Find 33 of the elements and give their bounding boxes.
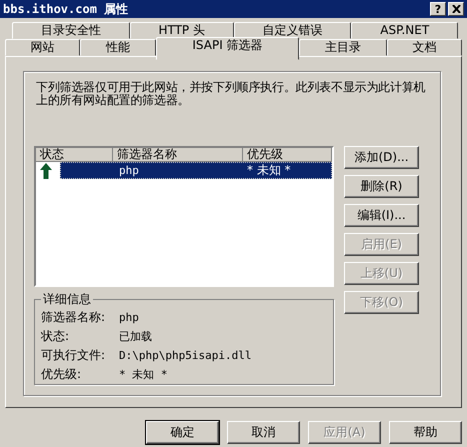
- tab[interactable]: HTTP 头: [130, 22, 234, 39]
- window-title: bbs.ithov.com 属性: [3, 0, 128, 18]
- tab[interactable]: 自定义错误: [234, 22, 352, 39]
- field-value: php: [119, 311, 139, 324]
- tab[interactable]: ISAPI 筛选器: [156, 37, 300, 60]
- table-cell-text: php: [118, 164, 140, 177]
- field-label: 筛选器名称:: [41, 309, 106, 326]
- up-arrow-icon: [40, 162, 52, 178]
- tab[interactable]: 主目录: [299, 39, 387, 56]
- close-button[interactable]: [448, 2, 464, 16]
- tab[interactable]: 性能: [80, 39, 156, 56]
- group-title: 详细信息: [42, 291, 92, 308]
- tab[interactable]: 网站: [5, 39, 80, 56]
- field-label: 优先级:: [41, 366, 82, 383]
- tab[interactable]: 文档: [386, 39, 462, 56]
- action-button[interactable]: 编辑(I)...: [344, 204, 419, 227]
- field-value: * 未知 *: [119, 367, 168, 382]
- field-label: 状态:: [41, 328, 70, 345]
- tab[interactable]: 目录安全性: [12, 22, 130, 39]
- tab[interactable]: ASP.NET: [351, 22, 458, 39]
- action-button[interactable]: 添加(D)...: [344, 146, 419, 169]
- dialog-button[interactable]: 帮助: [389, 421, 462, 444]
- table-cell-text: * 未知 *: [247, 162, 292, 179]
- field-value: D:\php\php5isapi.dll: [119, 349, 252, 362]
- help-button[interactable]: ?: [430, 2, 446, 16]
- field-label: 可执行文件:: [41, 347, 106, 364]
- action-button[interactable]: 删除(R): [344, 175, 419, 198]
- dialog-button[interactable]: 确定: [146, 421, 219, 444]
- description-text: 下列筛选器仅可用于此网站，并按下列顺序执行。此列表不显示为此计算机上的所有网站配置的筛选器。: [36, 81, 426, 107]
- dialog-button[interactable]: 取消: [227, 421, 300, 444]
- close-icon: [452, 5, 460, 13]
- filter-row[interactable]: php * 未知 *: [60, 162, 332, 179]
- field-value: 已加载: [119, 329, 152, 344]
